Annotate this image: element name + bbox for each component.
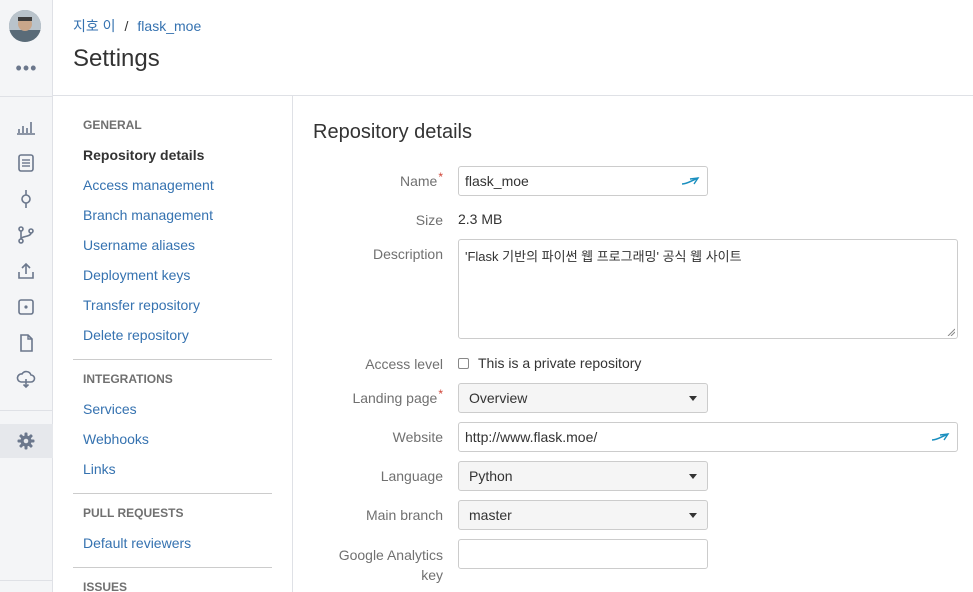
nav-heading-pull-requests: PULL REQUESTS: [83, 506, 184, 520]
user-avatar[interactable]: [9, 10, 41, 42]
nav-item-transfer-repository[interactable]: Transfer repository: [73, 290, 272, 320]
chevron-down-icon: [689, 512, 697, 518]
nav-item-repository-details[interactable]: Repository details: [73, 140, 272, 170]
nav-item-webhooks[interactable]: Webhooks: [73, 424, 272, 454]
rail-divider: [0, 410, 53, 411]
page-header: 지호 이 / flask_moe Settings: [53, 0, 973, 96]
lastpass-icon[interactable]: [929, 430, 951, 444]
description-label: Description: [372, 246, 443, 262]
main-branch-label: Main branch: [365, 507, 443, 523]
google-analytics-label: Google Analytics key: [293, 545, 443, 585]
nav-divider: [73, 493, 272, 494]
required-marker: *: [438, 170, 443, 184]
chevron-down-icon: [689, 395, 697, 401]
deployments-icon[interactable]: [13, 366, 39, 392]
settings-icon[interactable]: [13, 428, 39, 454]
website-label: Website: [392, 429, 443, 445]
section-title: Repository details: [313, 121, 472, 143]
settings-nav: GENERAL Repository details Access manage…: [73, 96, 272, 592]
chevron-down-icon: [689, 473, 697, 479]
language-select[interactable]: Python: [458, 461, 708, 491]
rail-divider: [0, 96, 53, 97]
required-marker: *: [438, 387, 443, 401]
name-label: Name*: [293, 170, 443, 190]
private-repository-text: This is a private repository: [478, 355, 642, 371]
page-title: Settings: [73, 45, 160, 72]
google-analytics-label-line2: key: [421, 567, 443, 583]
breadcrumb-user-link[interactable]: 지호 이: [73, 18, 116, 34]
description-value: 'Flask 기반의 파이썬 웹 프로그래밍' 공식 웹 사이트: [465, 249, 742, 264]
pipelines-icon[interactable]: [13, 294, 39, 320]
private-repository-option: This is a private repository: [458, 355, 641, 371]
nav-heading-general: GENERAL: [83, 118, 142, 132]
more-options-icon[interactable]: •••: [0, 58, 53, 78]
breadcrumb-separator: /: [124, 18, 129, 34]
language-value: Python: [469, 468, 513, 484]
nav-item-username-aliases[interactable]: Username aliases: [73, 230, 272, 260]
website-input[interactable]: http://www.flask.moe/: [458, 422, 958, 452]
breadcrumb: 지호 이 / flask_moe: [73, 16, 201, 36]
language-label: Language: [380, 468, 443, 484]
breadcrumb-repo-link[interactable]: flask_moe: [137, 18, 201, 34]
nav-item-default-reviewers[interactable]: Default reviewers: [73, 528, 272, 558]
downloads-icon[interactable]: [13, 330, 39, 356]
nav-item-branch-management[interactable]: Branch management: [73, 200, 272, 230]
private-repository-checkbox[interactable]: [458, 357, 469, 369]
overview-icon[interactable]: [13, 114, 39, 140]
size-label: Size: [415, 212, 443, 228]
nav-divider: [73, 359, 272, 360]
nav-divider: [73, 567, 272, 568]
google-analytics-key-input[interactable]: [458, 539, 708, 569]
size-value: 2.3 MB: [458, 211, 503, 227]
resize-handle-icon[interactable]: [947, 328, 955, 336]
landing-page-label: Landing page*: [293, 387, 443, 407]
branches-icon[interactable]: [13, 222, 39, 248]
nav-item-access-management[interactable]: Access management: [73, 170, 272, 200]
landing-page-select[interactable]: Overview: [458, 383, 708, 413]
global-sidebar: •••: [0, 0, 53, 592]
landing-page-label-text: Landing page: [352, 390, 438, 406]
name-input-value: flask_moe: [465, 173, 529, 189]
main-branch-select[interactable]: master: [458, 500, 708, 530]
repository-details-form: Repository details Name* flask_moe Size …: [293, 96, 973, 592]
commits-icon[interactable]: [13, 186, 39, 212]
nav-heading-integrations: INTEGRATIONS: [83, 372, 173, 386]
name-input[interactable]: flask_moe: [458, 166, 708, 196]
nav-heading-issues: ISSUES: [83, 580, 128, 592]
nav-item-services[interactable]: Services: [73, 394, 272, 424]
rail-divider: [0, 580, 53, 581]
description-textarea[interactable]: 'Flask 기반의 파이썬 웹 프로그래밍' 공식 웹 사이트: [458, 239, 958, 339]
lastpass-icon[interactable]: [679, 174, 701, 188]
landing-page-value: Overview: [469, 390, 528, 406]
name-label-text: Name: [399, 173, 438, 189]
main-branch-value: master: [469, 507, 512, 523]
nav-item-links[interactable]: Links: [73, 454, 272, 484]
website-input-value: http://www.flask.moe/: [465, 429, 598, 445]
pull-requests-icon[interactable]: [13, 258, 39, 284]
nav-item-deployment-keys[interactable]: Deployment keys: [73, 260, 272, 290]
access-level-label: Access level: [365, 356, 443, 372]
google-analytics-label-line1: Google Analytics: [338, 547, 443, 563]
nav-item-delete-repository[interactable]: Delete repository: [73, 320, 272, 350]
source-icon[interactable]: [13, 150, 39, 176]
